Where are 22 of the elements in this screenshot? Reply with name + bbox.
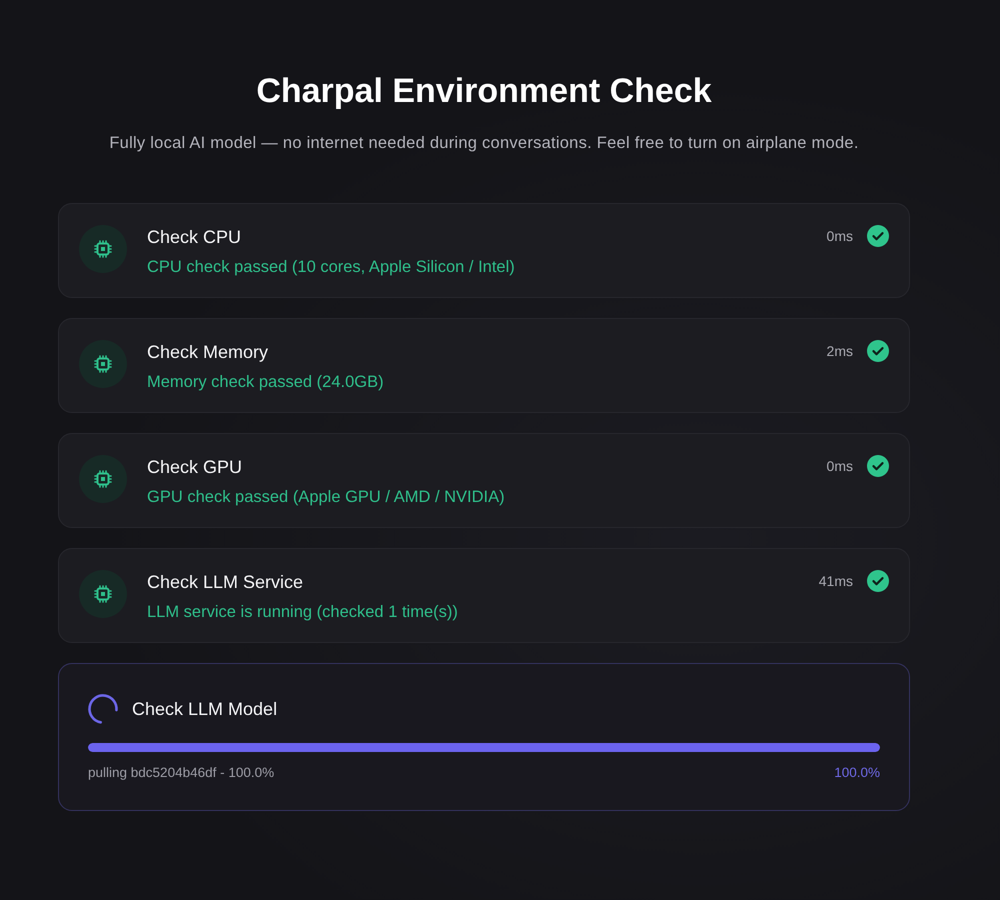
spinner-icon [87, 693, 119, 725]
check-title: Check Memory [147, 341, 270, 363]
chip-icon [79, 455, 127, 503]
check-message: CPU check passed (10 cores, Apple Silicon / Intel) [147, 257, 516, 278]
check-title: Check LLM Service [147, 571, 304, 593]
check-duration: 0ms [826, 457, 853, 475]
progress-detail: pulling bdc5204b46df - 100.0% [88, 764, 274, 782]
check-title: Check CPU [147, 226, 242, 248]
chip-icon [79, 570, 127, 618]
check-duration: 41ms [818, 572, 853, 590]
page-subtitle: Fully local AI model — no internet needed during conversations. Feel free to turn on airplane mode. [109, 133, 859, 154]
check-message: GPU check passed (Apple GPU / AMD / NVIDIA) [147, 487, 506, 508]
check-title: Check LLM Model [132, 698, 278, 720]
check-message: Memory check passed (24.0GB) [147, 372, 385, 393]
progress-percent: 100.0% [834, 764, 880, 782]
check-duration: 0ms [826, 227, 853, 245]
chip-icon [79, 340, 127, 388]
check-duration: 2ms [826, 342, 853, 360]
chip-icon [79, 225, 127, 273]
page-title: Charpal Environment Check [256, 71, 712, 112]
check-message: LLM service is running (checked 1 time(s)) [147, 602, 459, 623]
check-title: Check GPU [147, 456, 244, 478]
